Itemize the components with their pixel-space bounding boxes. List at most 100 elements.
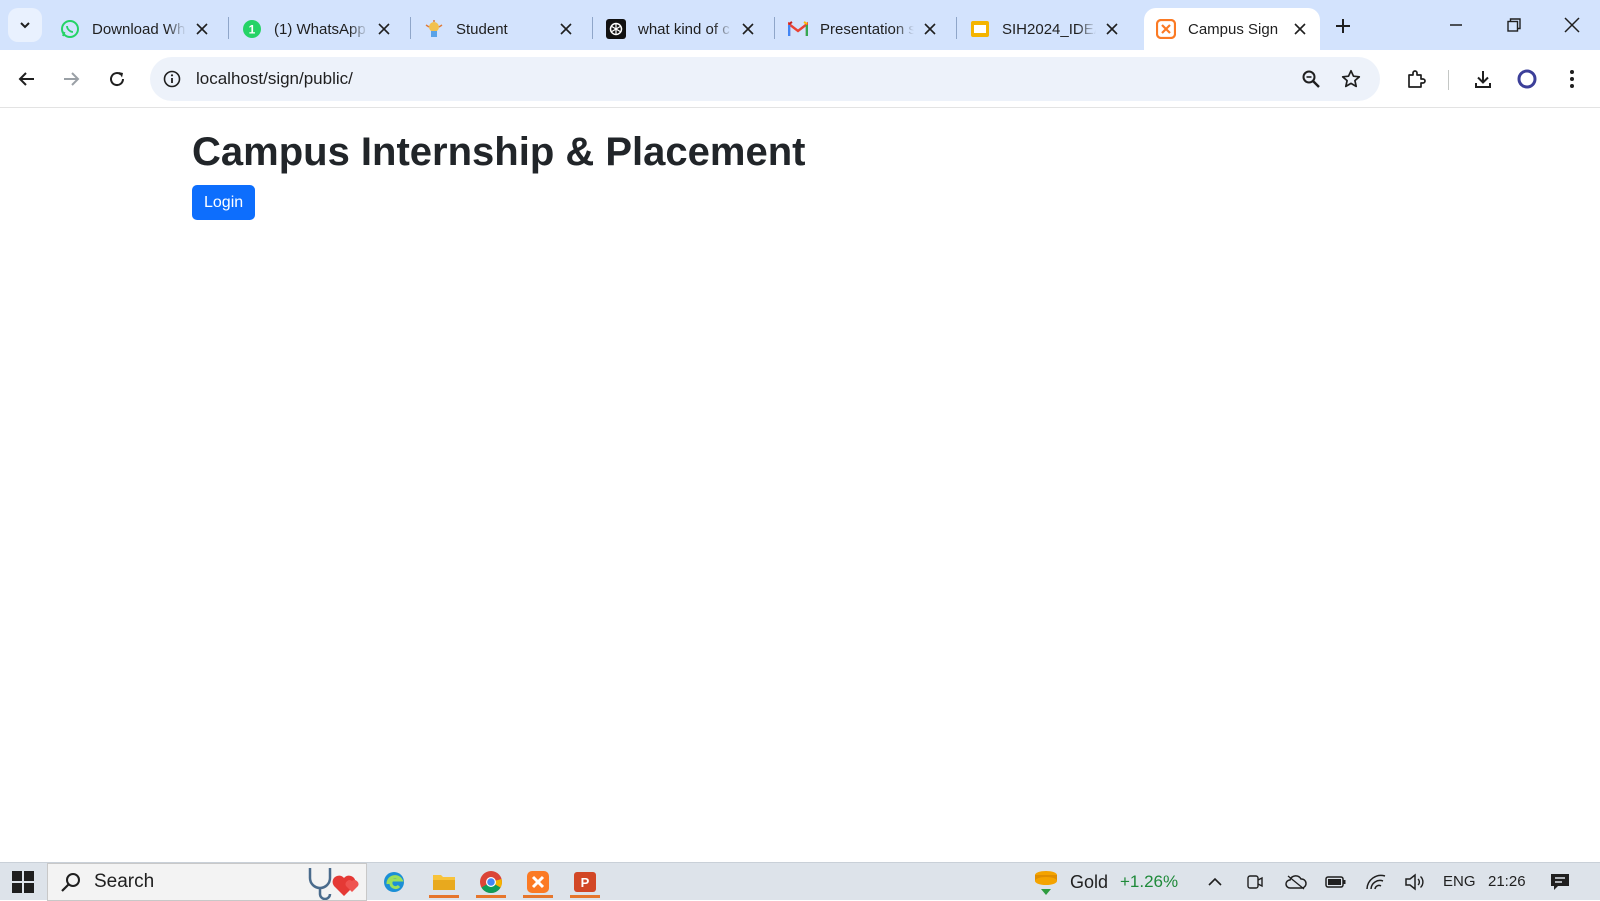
extensions-button[interactable] xyxy=(1400,63,1432,95)
search-placeholder: Search xyxy=(94,871,155,892)
chrome-app[interactable] xyxy=(473,866,509,898)
folder-icon xyxy=(433,875,455,890)
url-text[interactable]: localhost/sign/public/ xyxy=(196,57,353,101)
arrow-left-icon xyxy=(18,72,34,86)
tab-chatgpt[interactable]: what kind of c xyxy=(594,8,768,50)
tab-whatsapp[interactable]: 1 (1) WhatsApp xyxy=(230,8,404,50)
edge-app[interactable] xyxy=(378,866,410,898)
tab-separator xyxy=(774,17,775,39)
xampp-icon xyxy=(1156,19,1176,39)
app-active-indicator xyxy=(476,895,506,898)
taskbar-search[interactable]: Search xyxy=(47,863,367,901)
restore-button[interactable] xyxy=(1490,5,1538,45)
puzzle-icon xyxy=(1408,70,1426,88)
zoom-icon[interactable] xyxy=(1297,65,1325,93)
student-icon xyxy=(424,19,444,39)
svg-text:P: P xyxy=(581,875,590,890)
windows-logo-icon xyxy=(12,871,34,893)
volume-icon[interactable] xyxy=(1402,866,1428,898)
tab-slides[interactable]: SIH2024_IDEA xyxy=(958,8,1132,50)
browser-tab-strip: Download Wh 1 (1) WhatsApp Student what … xyxy=(0,0,1600,50)
onedrive-icon[interactable] xyxy=(1283,866,1309,898)
xampp-icon xyxy=(527,871,549,893)
tab-download-whatsapp[interactable]: Download Wh xyxy=(48,8,222,50)
chevron-up-icon xyxy=(1208,877,1222,886)
download-icon xyxy=(1475,71,1491,88)
whatsapp-badge-icon: 1 xyxy=(242,19,262,39)
svg-text:1: 1 xyxy=(249,23,256,37)
tab-title: (1) WhatsApp xyxy=(274,20,366,38)
close-icon[interactable] xyxy=(192,19,212,39)
chatgpt-icon xyxy=(606,19,626,39)
close-icon[interactable] xyxy=(738,19,758,39)
gold-widget-icon[interactable] xyxy=(1030,866,1062,898)
tab-separator xyxy=(592,17,593,39)
clock-time[interactable]: 21:26 xyxy=(1488,863,1526,901)
widget-label[interactable]: Gold xyxy=(1070,863,1108,901)
windows-taskbar: Search P Gold +1.26% ENG 21:26 xyxy=(0,862,1600,901)
file-explorer-app[interactable] xyxy=(426,866,462,898)
tab-title: Download Wh xyxy=(92,20,186,38)
tab-campus-sign[interactable]: Campus Sign xyxy=(1144,8,1320,50)
page-viewport: Campus Internship & Placement Login xyxy=(0,108,1600,862)
powerpoint-icon: P xyxy=(574,872,596,892)
app-active-indicator xyxy=(429,895,459,898)
tab-student[interactable]: Student xyxy=(412,8,586,50)
reload-button[interactable] xyxy=(101,63,133,95)
tab-separator xyxy=(228,17,229,39)
widget-change[interactable]: +1.26% xyxy=(1120,863,1178,901)
whatsapp-icon xyxy=(60,19,80,39)
downloads-button[interactable] xyxy=(1467,63,1499,95)
toolbar-separator xyxy=(1448,70,1449,90)
chrome-icon xyxy=(480,871,502,893)
app-active-indicator xyxy=(523,895,553,898)
login-button[interactable]: Login xyxy=(192,185,256,220)
edge-icon xyxy=(384,872,404,892)
wifi-icon[interactable] xyxy=(1363,866,1389,898)
tab-title: Presentation s xyxy=(820,20,914,38)
app-active-indicator xyxy=(570,895,600,898)
kebab-menu-icon xyxy=(1570,70,1574,88)
profile-button[interactable] xyxy=(1511,63,1543,95)
close-icon[interactable] xyxy=(1290,19,1310,39)
powerpoint-app[interactable]: P xyxy=(567,866,603,898)
restore-icon xyxy=(1507,18,1521,32)
tab-gmail[interactable]: Presentation s xyxy=(776,8,950,50)
show-hidden-icons-button[interactable] xyxy=(1203,866,1227,898)
search-icon xyxy=(61,873,80,892)
close-icon xyxy=(1564,17,1580,33)
info-icon[interactable] xyxy=(160,67,184,91)
address-bar[interactable]: localhost/sign/public/ xyxy=(150,57,1380,101)
stethoscope-heart-icon xyxy=(308,868,359,900)
back-button[interactable] xyxy=(11,63,43,95)
tab-search-button[interactable] xyxy=(8,8,42,42)
tab-title: Campus Sign xyxy=(1188,20,1279,38)
language-indicator[interactable]: ENG xyxy=(1443,863,1476,901)
plus-icon xyxy=(1336,19,1350,33)
tab-title: Student xyxy=(456,20,508,38)
close-icon[interactable] xyxy=(556,19,576,39)
battery-icon[interactable] xyxy=(1323,866,1349,898)
tab-title: what kind of c xyxy=(638,20,730,38)
menu-button[interactable] xyxy=(1556,63,1588,95)
slides-icon xyxy=(970,19,990,39)
close-window-button[interactable] xyxy=(1548,5,1596,45)
page-title: Campus Internship & Placement xyxy=(192,130,806,174)
tab-title: SIH2024_IDEA xyxy=(1002,20,1096,38)
minimize-button[interactable] xyxy=(1432,5,1480,45)
xampp-app[interactable] xyxy=(520,866,556,898)
meet-now-icon[interactable] xyxy=(1243,866,1267,898)
browser-toolbar: localhost/sign/public/ xyxy=(0,50,1600,108)
arrow-right-icon xyxy=(64,72,80,86)
close-icon[interactable] xyxy=(1102,19,1122,39)
gmail-icon xyxy=(788,19,808,39)
start-button[interactable] xyxy=(8,866,38,898)
forward-button[interactable] xyxy=(55,63,87,95)
new-tab-button[interactable] xyxy=(1328,11,1358,41)
notifications-button[interactable] xyxy=(1545,866,1575,898)
tab-separator xyxy=(410,17,411,39)
close-icon[interactable] xyxy=(374,19,394,39)
minimize-icon xyxy=(1450,24,1462,26)
close-icon[interactable] xyxy=(920,19,940,39)
bookmark-star-icon[interactable] xyxy=(1337,65,1365,93)
